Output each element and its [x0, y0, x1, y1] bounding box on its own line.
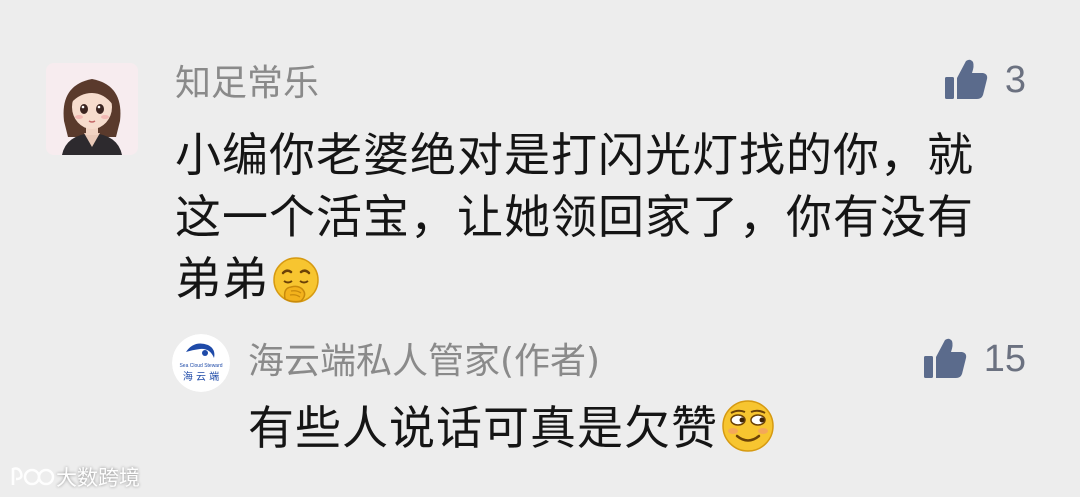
like-button[interactable]: 15	[922, 334, 1026, 384]
watermark-logo-icon	[11, 467, 55, 486]
commenter-username[interactable]: 知足常乐	[175, 62, 319, 106]
hand-over-mouth-emoji-icon	[271, 255, 321, 320]
reply-body: 有些人说话可真是欠赞	[248, 401, 718, 455]
comment-text: 小编你老婆绝对是打闪光灯找的你，就这一个活宝，让她领回家了，你有没有弟弟	[175, 124, 1000, 320]
watermark-text: 大数跨境	[56, 466, 140, 490]
logo-chinese-text: 海 云 端	[183, 370, 219, 383]
like-button[interactable]: 3	[943, 55, 1026, 105]
like-count: 3	[1004, 58, 1026, 101]
commenter-avatar[interactable]	[46, 63, 138, 155]
watermark: 大数跨境	[10, 462, 140, 492]
reply-text: 有些人说话可真是欠赞	[248, 397, 848, 469]
author-avatar[interactable]: Sea Cloud Steward 海 云 端	[172, 334, 230, 392]
like-count: 15	[983, 337, 1026, 380]
smirk-emoji-icon	[720, 398, 776, 469]
cartoon-girl-avatar-image	[46, 63, 138, 155]
thumbs-up-icon	[944, 59, 988, 99]
thumbs-up-icon	[923, 338, 966, 378]
logo-english-text: Sea Cloud Steward	[179, 363, 222, 369]
author-username[interactable]: 海云端私人管家(作者)	[248, 340, 600, 384]
sea-cloud-logo-image: Sea Cloud Steward 海 云 端	[172, 334, 230, 392]
